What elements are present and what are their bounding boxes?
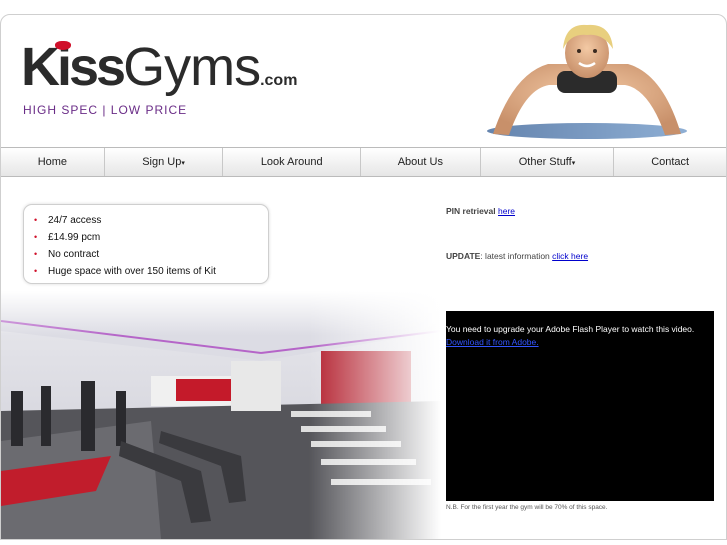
nav-about-us[interactable]: About Us <box>361 148 481 176</box>
caret-down-icon: ▾ <box>181 160 185 167</box>
flash-message-text: You need to upgrade your Adobe Flash Pla… <box>446 324 695 334</box>
caret-down-icon: ▾ <box>571 160 576 167</box>
flash-message: You need to upgrade your Adobe Flash Pla… <box>446 311 714 349</box>
lips-icon <box>55 41 71 50</box>
logo-gyms: Gyms <box>123 37 261 97</box>
feature-item: • 24/7 access <box>34 212 268 229</box>
gym-interior-image <box>1 291 441 539</box>
bullet-icon: • <box>34 232 38 242</box>
nav-other-stuff[interactable]: Other Stuff▾ <box>481 148 615 176</box>
nav-home[interactable]: Home <box>1 148 105 176</box>
update-notice: UPDATE: latest information click here <box>446 251 588 261</box>
space-note: N.B. For the first year the gym will be … <box>446 504 608 511</box>
tagline: HIGH SPEC | LOW PRICE <box>23 103 188 117</box>
feature-text: £14.99 pcm <box>48 232 101 243</box>
nav-sign-up[interactable]: Sign Up▾ <box>105 148 224 176</box>
pin-here-link[interactable]: here <box>498 206 515 216</box>
nav-home-label: Home <box>37 156 68 168</box>
download-flash-link[interactable]: Download it from Adobe. <box>446 337 539 347</box>
nav-contact-label: Contact <box>651 156 690 168</box>
bullet-icon: • <box>34 249 38 259</box>
features-box: • 24/7 access • £14.99 pcm • No contract • H… <box>23 204 269 284</box>
nav-about-us-label: About Us <box>397 156 443 168</box>
bullet-icon: • <box>34 215 38 225</box>
update-label: UPDATE <box>446 251 481 261</box>
bullet-icon: • <box>34 266 38 276</box>
nav-contact[interactable]: Contact <box>614 148 726 176</box>
feature-item: • No contract <box>34 246 268 263</box>
nav-look-around[interactable]: Look Around <box>223 148 362 176</box>
page-frame: KissGyms.com HIGH SPEC | LOW PRICE Home … <box>0 14 727 540</box>
logo-kiss: Kiss <box>21 37 126 97</box>
feature-item: • £14.99 pcm <box>34 229 268 246</box>
update-text: : latest information <box>480 251 553 261</box>
logo-com: .com <box>260 72 298 89</box>
pin-retrieval: PIN retrieval here <box>446 206 515 216</box>
feature-text: 24/7 access <box>48 215 102 226</box>
nav-sign-up-label: Sign Up <box>142 156 182 168</box>
update-click-here-link[interactable]: click here <box>552 251 588 261</box>
logo[interactable]: KissGyms.com HIGH SPEC | LOW PRICE <box>21 37 297 117</box>
video-player[interactable]: You need to upgrade your Adobe Flash Pla… <box>446 311 714 501</box>
feature-text: No contract <box>48 249 100 260</box>
main-nav: Home Sign Up▾ Look Around About Us Other… <box>1 147 726 177</box>
feature-text: Huge space with over 150 items of Kit <box>48 266 216 277</box>
hero-image <box>487 24 687 139</box>
pin-label: PIN retrieval <box>446 206 496 216</box>
nav-look-around-label: Look Around <box>260 156 323 168</box>
features-list: • 24/7 access • £14.99 pcm • No contract • H… <box>24 205 268 280</box>
nav-other-stuff-label: Other Stuff <box>518 156 572 168</box>
feature-item: • Huge space with over 150 items of Kit <box>34 263 268 280</box>
